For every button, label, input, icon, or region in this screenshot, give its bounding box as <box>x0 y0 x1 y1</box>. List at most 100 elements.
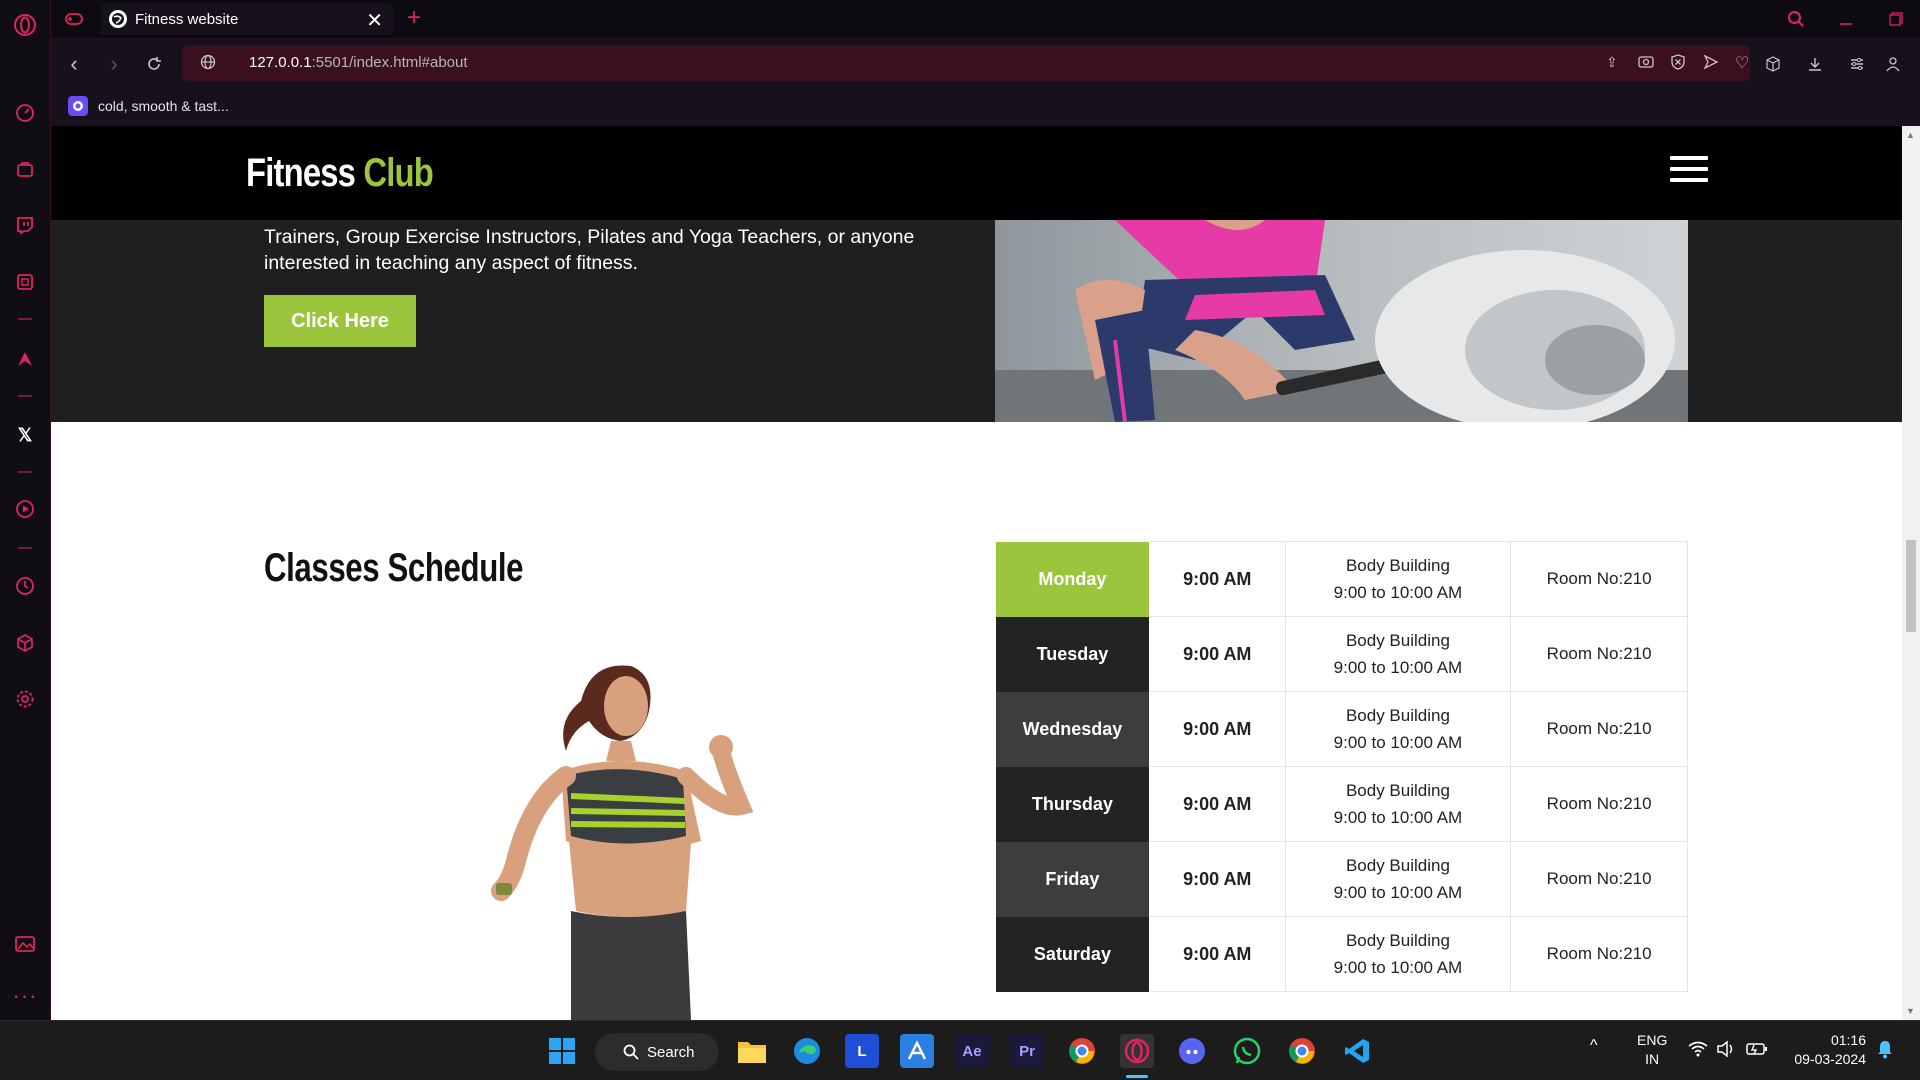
snapshot-camera-icon[interactable] <box>1638 54 1654 73</box>
player-icon[interactable] <box>11 495 39 523</box>
x-twitter-icon[interactable]: 𝕏 <box>11 421 39 449</box>
edge-icon[interactable] <box>790 1034 824 1068</box>
discord-icon[interactable] <box>1175 1034 1209 1068</box>
schedule-row: Friday 9:00 AM Body Building 9:00 to 10:00 … <box>995 841 1688 917</box>
restore-icon[interactable] <box>1883 6 1909 32</box>
click-here-button[interactable]: Click Here <box>264 295 416 347</box>
forward-arrow-icon[interactable]: › <box>101 51 127 77</box>
download-icon[interactable] <box>1802 51 1828 77</box>
site-logo[interactable]: Fitness Club <box>246 151 434 196</box>
file-explorer-icon[interactable] <box>735 1034 769 1068</box>
globe-favicon-icon <box>109 10 127 28</box>
opera-taskbar-icon[interactable] <box>1120 1034 1154 1068</box>
hamburger-menu-icon[interactable] <box>1670 156 1708 182</box>
twitch-icon[interactable] <box>11 211 39 239</box>
gallery-icon[interactable] <box>11 930 39 958</box>
notification-bell-icon[interactable] <box>1876 1039 1894 1064</box>
schedule-day: Friday <box>995 841 1150 917</box>
about-section: Trainers, Group Exercise Instructors, Pi… <box>51 220 1902 422</box>
chrome-beta-icon[interactable] <box>1285 1034 1319 1068</box>
schedule-room: Room No:210 <box>1510 691 1688 767</box>
schedule-room: Room No:210 <box>1510 841 1688 917</box>
page-scrollbar[interactable]: ▲ ▼ <box>1902 126 1920 1020</box>
windows-start-icon[interactable] <box>545 1034 579 1068</box>
bookmarks-bar: cold, smooth & tast... <box>51 88 1920 126</box>
schedule-class: Body Building 9:00 to 10:00 AM <box>1284 691 1512 767</box>
vscode-icon[interactable] <box>1340 1034 1374 1068</box>
sidebar-divider <box>18 547 32 549</box>
minimize-icon[interactable] <box>1833 6 1859 32</box>
class-hours: 9:00 to 10:00 AM <box>1333 958 1463 977</box>
class-name: Body Building <box>1345 631 1450 650</box>
affinity-icon[interactable] <box>900 1034 934 1068</box>
address-bar: ‹ › 127.0.0.1:5501/index.html#about ⇪ ♡ <box>51 38 1920 88</box>
region-code: IN <box>1645 1051 1660 1067</box>
bookmark-item[interactable]: cold, smooth & tast... <box>68 96 229 116</box>
tab-fitness-website[interactable]: Fitness website ✕ <box>101 3 393 35</box>
send-icon[interactable] <box>1703 54 1719 75</box>
windows-taskbar: Search L Ae Pr ^ ENG IN 01:16 09-03-2024 <box>0 1020 1920 1080</box>
schedule-time: 9:00 AM <box>1148 691 1286 767</box>
language-indicator[interactable]: ENG IN <box>1637 1031 1667 1069</box>
woman-rowing-machine-image <box>995 220 1688 422</box>
about-text: Trainers, Group Exercise Instructors, Pi… <box>264 226 915 274</box>
clock[interactable]: 01:16 09-03-2024 <box>1782 1031 1866 1069</box>
bookmark-label: cold, smooth & tast... <box>98 98 229 114</box>
clock-date: 09-03-2024 <box>1794 1051 1866 1067</box>
site-navbar: Fitness Club <box>51 126 1902 220</box>
chrome-icon[interactable] <box>1065 1034 1099 1068</box>
bookmark-heart-icon[interactable]: ♡ <box>1735 53 1749 73</box>
schedule-time: 9:00 AM <box>1148 916 1286 992</box>
back-arrow-icon[interactable]: ‹ <box>61 51 87 77</box>
profile-icon[interactable] <box>1880 51 1906 77</box>
new-tab-plus-icon[interactable]: + <box>401 4 427 31</box>
tab-title: Fitness website <box>135 10 239 28</box>
wifi-icon[interactable] <box>1688 1041 1708 1062</box>
sidebar-divider <box>18 395 32 397</box>
scrollbar-thumb[interactable] <box>1906 540 1916 632</box>
history-clock-icon[interactable] <box>11 572 39 600</box>
class-hours: 9:00 to 10:00 AM <box>1333 733 1463 752</box>
class-hours: 9:00 to 10:00 AM <box>1333 808 1463 827</box>
schedule-class: Body Building 9:00 to 10:00 AM <box>1284 841 1512 917</box>
aria-icon[interactable] <box>11 345 39 373</box>
opera-sidebar: 𝕏 ··· <box>0 0 51 1020</box>
chip-icon[interactable] <box>11 268 39 296</box>
schedule-class: Body Building 9:00 to 10:00 AM <box>1284 616 1512 692</box>
scroll-up-arrow-icon[interactable]: ▲ <box>1906 130 1915 140</box>
opera-logo-icon[interactable] <box>11 11 39 39</box>
l-app-icon[interactable]: L <box>845 1034 879 1068</box>
speedometer-icon[interactable] <box>11 99 39 127</box>
gamepad-icon[interactable] <box>61 6 87 32</box>
class-name: Body Building <box>1345 556 1450 575</box>
reload-icon[interactable] <box>141 51 167 77</box>
more-dots-icon[interactable]: ··· <box>11 982 39 1010</box>
premiere-pro-icon[interactable]: Pr <box>1010 1034 1044 1068</box>
search-tabs-icon[interactable] <box>1783 6 1809 32</box>
schedule-day: Wednesday <box>995 691 1150 767</box>
extensions-cube-icon[interactable] <box>1760 51 1786 77</box>
schedule-class: Body Building 9:00 to 10:00 AM <box>1284 766 1512 842</box>
class-name: Body Building <box>1345 856 1450 875</box>
easy-setup-icon[interactable] <box>1844 51 1870 77</box>
close-tab-icon[interactable]: ✕ <box>366 8 383 33</box>
settings-gear-icon[interactable] <box>11 685 39 713</box>
taskbar-search[interactable]: Search <box>595 1033 719 1071</box>
schedule-room: Room No:210 <box>1510 541 1688 617</box>
volume-icon[interactable] <box>1716 1040 1736 1063</box>
adblock-shield-icon[interactable] <box>1670 54 1686 75</box>
schedule-day: Saturday <box>995 916 1150 992</box>
shopping-bag-icon[interactable] <box>11 155 39 183</box>
show-hidden-icons-chevron-icon[interactable]: ^ <box>1590 1037 1598 1055</box>
after-effects-icon[interactable]: Ae <box>955 1034 989 1068</box>
schedule-room: Room No:210 <box>1510 616 1688 692</box>
site-info-globe-icon[interactable] <box>200 54 216 75</box>
share-icon[interactable]: ⇪ <box>1606 54 1618 71</box>
whatsapp-icon[interactable] <box>1230 1034 1264 1068</box>
scroll-down-arrow-icon[interactable]: ▼ <box>1906 1006 1915 1016</box>
lang-code: ENG <box>1637 1032 1668 1048</box>
battery-icon[interactable] <box>1746 1041 1768 1062</box>
cube-icon[interactable] <box>11 629 39 657</box>
schedule-class: Body Building 9:00 to 10:00 AM <box>1284 916 1512 992</box>
url-field[interactable]: 127.0.0.1:5501/index.html#about ⇪ ♡ <box>182 45 1750 81</box>
